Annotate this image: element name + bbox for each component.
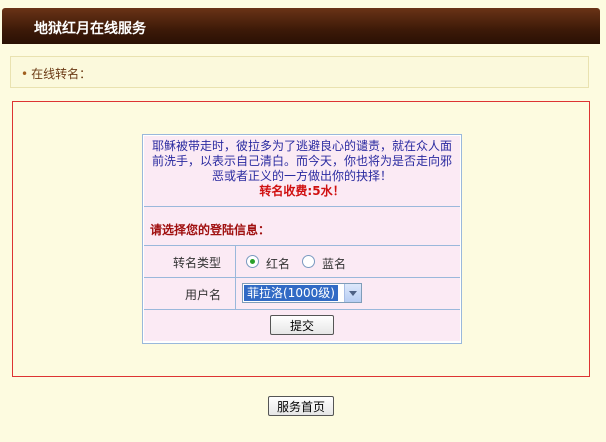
username-value-cell: 菲拉洛(1000级) — [236, 278, 460, 309]
page-header: 地狱红月在线服务 — [2, 8, 600, 44]
notice-line-2: 前洗手，以表示自己清白。而今天，你也将为是否走向邪 — [151, 154, 452, 168]
rename-type-options: 红名 蓝名 — [236, 246, 460, 277]
breadcrumb: • 在线转名： — [10, 56, 589, 88]
page-title: 地狱红月在线服务 — [34, 21, 146, 37]
bullet-icon: • — [21, 67, 29, 81]
radio-red-name-label[interactable]: 红名 — [266, 255, 290, 272]
username-select[interactable]: 菲拉洛(1000级) — [242, 283, 362, 303]
section-label: 请选择您的登陆信息： — [150, 223, 271, 237]
radio-blue-name[interactable] — [302, 255, 315, 268]
breadcrumb-text: • 在线转名： — [21, 65, 91, 82]
submit-row: 提交 — [144, 310, 460, 341]
fee-notice: 转名收费:5水！ — [259, 184, 345, 198]
notice-line-1: 耶稣被带走时，彼拉多为了逃避良心的谴责，就在众人面 — [151, 139, 452, 153]
chevron-down-icon[interactable] — [344, 284, 361, 302]
username-selected-value: 菲拉洛(1000级) — [244, 285, 338, 301]
username-label-cell: 用户名 — [144, 278, 236, 309]
rename-type-row: 转名类型 红名 蓝名 — [144, 246, 460, 278]
section-header: 请选择您的登陆信息： — [144, 207, 460, 246]
username-row: 用户名 菲拉洛(1000级) — [144, 278, 460, 310]
username-label: 用户名 — [184, 288, 221, 302]
rename-type-label: 转名类型 — [172, 256, 221, 270]
rename-form: 耶稣被带走时，彼拉多为了逃避良心的谴责，就在众人面 前洗手，以表示自己清白。而今… — [142, 134, 462, 344]
notice-line-3: 恶或者正义的一方做出你的抉择！ — [211, 169, 392, 183]
service-home-button[interactable]: 服务首页 — [268, 396, 334, 416]
submit-button[interactable]: 提交 — [270, 315, 334, 335]
breadcrumb-label: 在线转名： — [31, 67, 92, 81]
notice-box: 耶稣被带走时，彼拉多为了逃避良心的谴责，就在众人面 前洗手，以表示自己清白。而今… — [144, 136, 460, 207]
radio-red-name[interactable] — [246, 255, 259, 268]
rename-type-label-cell: 转名类型 — [144, 246, 236, 277]
radio-blue-name-label[interactable]: 蓝名 — [322, 255, 346, 272]
